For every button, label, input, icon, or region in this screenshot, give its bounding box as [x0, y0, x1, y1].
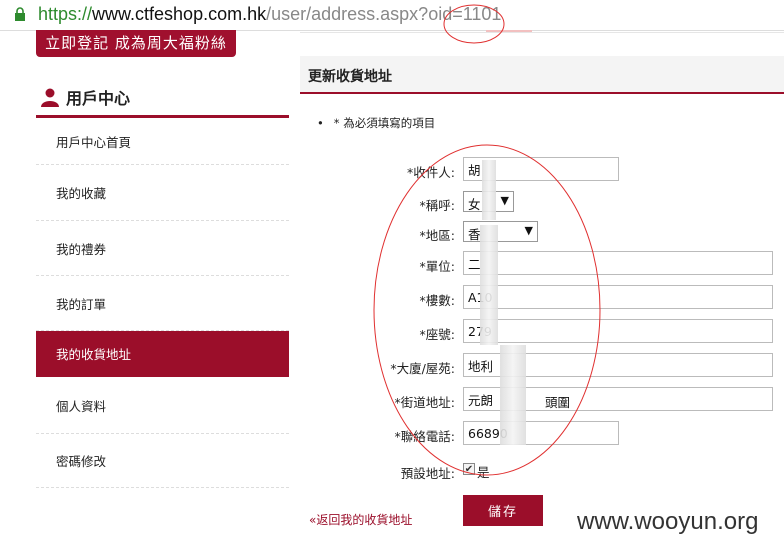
url-text[interactable]: https://www.ctfeshop.com.hk/user/address… — [38, 4, 501, 25]
sidebar-title: 用戶中心 — [40, 85, 130, 109]
field-block: *座號: — [300, 319, 784, 345]
url-scheme: https:// — [38, 4, 93, 24]
building-label: *大廈/屋苑: — [390, 361, 455, 376]
field-building: *大廈/屋苑: — [300, 353, 784, 379]
sidebar-title-text: 用戶中心 — [66, 89, 131, 108]
floor-input[interactable] — [463, 285, 773, 309]
url-host: www.ctfeshop.com.hk — [92, 4, 267, 24]
redaction-blur — [482, 160, 496, 220]
floor-label: *樓數: — [419, 293, 455, 308]
phone-label: *聯絡電話: — [394, 429, 455, 444]
region-label: *地區: — [419, 228, 455, 243]
street-value-tail: 頭圍 — [545, 395, 571, 410]
sidebar-item-favorites[interactable]: 我的收藏 — [36, 165, 289, 221]
street-label: *街道地址: — [394, 395, 455, 410]
field-unit: *單位: — [300, 251, 784, 277]
field-phone: *聯絡電話: — [300, 421, 784, 447]
sidebar-item-profile[interactable]: 個人資料 — [36, 377, 289, 434]
section-header: 更新收貨地址 — [300, 56, 784, 94]
sidebar-item-addresses[interactable]: 我的收貨地址 — [36, 331, 289, 377]
top-divider — [300, 32, 784, 33]
bullet: • — [317, 116, 324, 130]
sidebar-item-password[interactable]: 密碼修改 — [36, 434, 289, 488]
back-to-addresses-link[interactable]: «返回我的收貨地址 — [309, 511, 412, 528]
field-street: *街道地址: 頭圍 — [300, 387, 784, 413]
required-note: • * 為必須填寫的項目 — [317, 115, 435, 131]
sidebar-item-orders[interactable]: 我的訂單 — [36, 276, 289, 331]
save-button[interactable]: 儲存 — [463, 495, 543, 526]
user-icon — [41, 88, 59, 107]
required-note-text: * 為必須填寫的項目 — [333, 116, 436, 130]
unit-label: *單位: — [419, 259, 455, 274]
region-select[interactable]: 香 ▼ — [463, 221, 538, 242]
dropdown-arrow-icon: ▼ — [500, 194, 509, 207]
salutation-label: *稱呼: — [419, 198, 455, 213]
lock-icon — [15, 7, 25, 21]
watermark: www.wooyun.org — [577, 508, 759, 535]
default-address-label: 預設地址: — [400, 466, 455, 481]
sidebar-menu: 用戶中心首頁 我的收藏 我的禮券 我的訂單 我的收貨地址 個人資料 密碼修改 — [36, 118, 289, 488]
address-bar[interactable]: https://www.ctfeshop.com.hk/user/address… — [0, 0, 784, 31]
redaction-blur — [480, 225, 498, 345]
unit-input[interactable] — [463, 251, 773, 275]
block-label: *座號: — [419, 327, 455, 342]
field-recipient: *收件人: — [300, 157, 784, 183]
field-floor: *樓數: — [300, 285, 784, 311]
block-input[interactable] — [463, 319, 773, 343]
page-title: 更新收貨地址 — [308, 69, 392, 85]
default-address-option: 是 — [477, 465, 490, 480]
field-default-address: 預設地址: ✔ 是 — [300, 458, 784, 484]
region-value: 香 — [468, 227, 481, 242]
salutation-value: 女 — [468, 197, 481, 212]
sidebar-item-coupons[interactable]: 我的禮券 — [36, 221, 289, 276]
dropdown-arrow-icon: ▼ — [524, 224, 533, 237]
sidebar-item-home[interactable]: 用戶中心首頁 — [36, 118, 289, 165]
field-region: *地區: 香 ▼ — [300, 220, 784, 246]
redaction-blur — [500, 345, 526, 445]
url-path: /user/address.aspx?oid=1101 — [266, 4, 502, 24]
default-address-checkbox[interactable]: ✔ — [463, 463, 475, 475]
recipient-label: *收件人: — [407, 165, 455, 180]
field-salutation: *稱呼: 女 ▼ — [300, 190, 784, 216]
phone-input[interactable] — [463, 421, 619, 445]
register-banner[interactable]: 立即登記 成為周大福粉絲 — [36, 30, 236, 57]
